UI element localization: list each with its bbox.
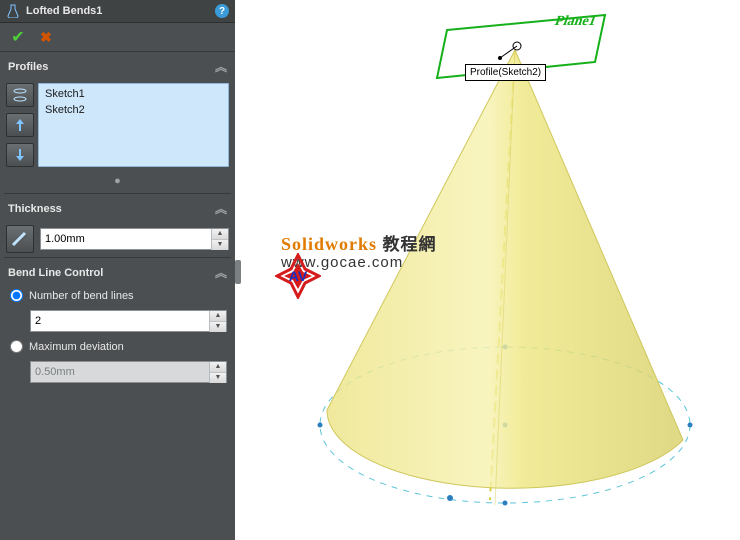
help-icon[interactable]: ? — [215, 4, 229, 18]
panel-title: Lofted Bends1 — [26, 5, 215, 17]
spin-down-icon: ▼ — [210, 373, 226, 383]
property-panel: Lofted Bends1 ? ✔ ✖ Profiles ︽ — [0, 0, 235, 540]
bend-number-row: ▲▼ — [0, 306, 235, 336]
panel-header: Lofted Bends1 ? — [0, 0, 235, 23]
profiles-body: Sketch1 Sketch2 — [0, 79, 235, 173]
feature-icon — [6, 4, 20, 18]
thickness-icon[interactable] — [6, 225, 34, 253]
list-item[interactable]: Sketch2 — [39, 102, 228, 118]
spin-up-icon[interactable]: ▲ — [210, 311, 226, 322]
thickness-label: Thickness — [8, 203, 62, 215]
collapse-icon: ︽ — [215, 200, 227, 217]
bend-maxdev-radio[interactable] — [10, 340, 23, 353]
bend-maxdev-row: ▲▼ — [0, 357, 235, 387]
plane-label: Plane1 — [552, 14, 598, 30]
profiles-label: Profiles — [8, 61, 48, 73]
bend-number-input[interactable] — [31, 312, 209, 330]
confirm-row: ✔ ✖ — [0, 23, 235, 52]
thickness-field[interactable]: ▲▼ — [40, 228, 229, 250]
spin-down-icon[interactable]: ▼ — [210, 322, 226, 332]
loft-profile-icon[interactable] — [6, 83, 34, 107]
bend-maxdev-field: ▲▼ — [30, 361, 227, 383]
list-item[interactable]: Sketch1 — [39, 86, 228, 102]
thickness-section-header[interactable]: Thickness ︽ — [0, 194, 235, 221]
bend-number-spinner[interactable]: ▲▼ — [209, 311, 226, 332]
profiles-list[interactable]: Sketch1 Sketch2 — [38, 83, 229, 167]
model-canvas — [235, 0, 740, 540]
thickness-input[interactable] — [41, 230, 211, 248]
spin-up-icon[interactable]: ▲ — [212, 229, 228, 240]
thickness-row: ▲▼ — [0, 221, 235, 257]
bend-maxdev-spinner: ▲▼ — [209, 362, 226, 383]
move-up-button[interactable] — [6, 113, 34, 137]
profiles-toolbar — [6, 83, 32, 167]
bend-number-radio-row[interactable]: Number of bend lines — [0, 285, 235, 306]
collapse-icon: ︽ — [215, 264, 227, 281]
bend-number-radio[interactable] — [10, 289, 23, 302]
spin-down-icon[interactable]: ▼ — [212, 240, 228, 250]
bend-maxdev-label: Maximum deviation — [29, 341, 124, 353]
profile-callout[interactable]: Profile(Sketch2) — [465, 64, 546, 81]
bend-label: Bend Line Control — [8, 267, 103, 279]
ok-button[interactable]: ✔ — [8, 27, 28, 47]
list-resize-dot[interactable]: ● — [0, 173, 235, 193]
graphics-viewport[interactable]: Plane1 Profile(Sketch2) AV Solidworks 教程… — [235, 0, 740, 540]
collapse-icon: ︽ — [215, 58, 227, 75]
thickness-spinner[interactable]: ▲▼ — [211, 229, 228, 250]
panel-resize-grip[interactable] — [235, 260, 241, 284]
bend-number-field[interactable]: ▲▼ — [30, 310, 227, 332]
spin-up-icon: ▲ — [210, 362, 226, 373]
profiles-section-header[interactable]: Profiles ︽ — [0, 52, 235, 79]
bend-section-header[interactable]: Bend Line Control ︽ — [0, 258, 235, 285]
cancel-button[interactable]: ✖ — [36, 27, 56, 47]
bend-maxdev-radio-row[interactable]: Maximum deviation — [0, 336, 235, 357]
bend-number-label: Number of bend lines — [29, 290, 134, 302]
move-down-button[interactable] — [6, 143, 34, 167]
bend-maxdev-input — [31, 363, 209, 381]
